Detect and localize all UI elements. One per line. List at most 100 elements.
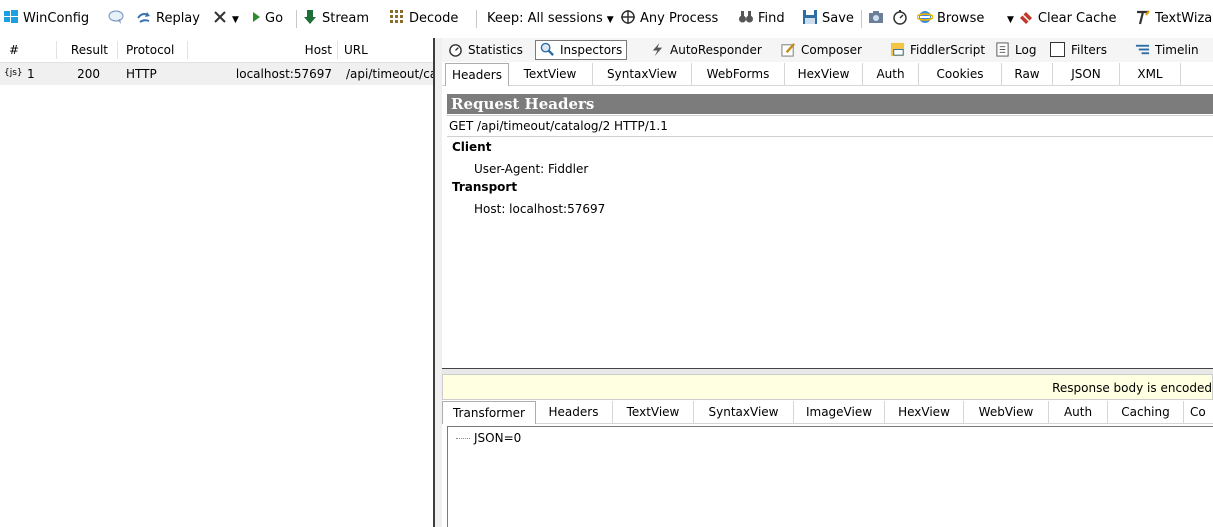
main-tab-strip: Statistics Inspectors AutoResponder Comp… xyxy=(442,38,1213,62)
tab-statistics-label: Statistics xyxy=(468,43,523,57)
windows-icon xyxy=(4,10,18,23)
pencil-icon xyxy=(781,43,796,57)
lightning-icon xyxy=(652,42,663,57)
tab-filters-label: Filters xyxy=(1071,43,1107,57)
response-encoded-notice[interactable]: Response body is encoded xyxy=(442,374,1213,400)
request-tab-json[interactable]: JSON xyxy=(1053,63,1120,85)
tab-composer[interactable]: Composer xyxy=(781,40,862,60)
winconfig-label: WinConfig xyxy=(23,11,90,26)
col-header-protocol[interactable]: Protocol xyxy=(126,38,174,62)
col-header-number[interactable]: # xyxy=(9,38,19,62)
tab-log-label: Log xyxy=(1015,43,1037,57)
speech-bubble-icon xyxy=(108,10,124,24)
find-button[interactable]: Find xyxy=(738,9,785,29)
response-tab-cookies[interactable]: Co xyxy=(1184,401,1213,423)
toolbar-separator xyxy=(861,10,862,28)
request-line: GET /api/timeout/catalog/2 HTTP/1.1 xyxy=(447,115,1213,137)
tab-autoresponder[interactable]: AutoResponder xyxy=(650,40,762,60)
column-divider[interactable] xyxy=(56,41,57,59)
response-tab-webview[interactable]: WebView xyxy=(964,401,1049,423)
response-tab-imageview[interactable]: ImageView xyxy=(794,401,885,423)
session-result: 200 xyxy=(77,67,100,81)
stopwatch-icon xyxy=(893,10,907,25)
response-tab-headers[interactable]: Headers xyxy=(535,401,613,423)
header-item[interactable]: Host: localhost:57697 xyxy=(474,202,605,216)
x-icon xyxy=(214,11,226,23)
request-tab-syntaxview[interactable]: SyntaxView xyxy=(593,63,692,85)
decode-grid-icon xyxy=(390,10,403,23)
replay-arrows-icon xyxy=(137,12,150,23)
request-tab-raw[interactable]: Raw xyxy=(1002,63,1053,85)
find-label: Find xyxy=(758,11,785,26)
col-header-url[interactable]: URL xyxy=(344,38,368,62)
ie-browser-icon xyxy=(917,11,933,23)
replay-button[interactable]: Replay xyxy=(136,9,200,29)
json-tree-node[interactable]: JSON=0 xyxy=(456,431,521,445)
column-divider[interactable] xyxy=(117,41,118,59)
decode-button[interactable]: Decode xyxy=(389,9,458,29)
response-tab-auth[interactable]: Auth xyxy=(1049,401,1108,423)
header-group-client[interactable]: Client xyxy=(452,140,491,154)
decode-label: Decode xyxy=(409,11,459,26)
response-tab-syntaxview[interactable]: SyntaxView xyxy=(694,401,794,423)
request-tab-hexview[interactable]: HexView xyxy=(785,63,863,85)
tab-statistics[interactable]: Statistics xyxy=(448,40,523,60)
stream-label: Stream xyxy=(322,11,370,26)
script-js-icon xyxy=(890,42,905,57)
stream-button[interactable]: Stream xyxy=(302,9,369,29)
tab-inspectors-label: Inspectors xyxy=(560,43,623,57)
session-row[interactable]: {js} 1 200 HTTP localhost:57697 /api/tim… xyxy=(0,63,433,85)
screenshot-button[interactable] xyxy=(868,9,888,29)
request-tab-cookies[interactable]: Cookies xyxy=(919,63,1002,85)
keep-sessions-dropdown[interactable]: Keep: All sessions ▼ xyxy=(487,9,614,29)
remove-dropdown-button[interactable]: ▼ xyxy=(212,9,239,29)
magnifier-icon xyxy=(540,42,554,56)
request-tab-webforms[interactable]: WebForms xyxy=(692,63,785,85)
request-tab-xml[interactable]: XML xyxy=(1120,63,1181,85)
response-tab-caching[interactable]: Caching xyxy=(1108,401,1184,423)
tab-timeline-label: Timelin xyxy=(1155,43,1199,57)
text-wizard-icon xyxy=(1137,10,1150,25)
tab-filters[interactable]: Filters xyxy=(1050,40,1107,60)
textwizard-button[interactable]: TextWiza xyxy=(1135,9,1212,29)
save-label: Save xyxy=(822,11,854,26)
winconfig-button[interactable]: WinConfig xyxy=(3,9,89,29)
save-button[interactable]: Save xyxy=(802,9,854,29)
response-tab-hexview[interactable]: HexView xyxy=(885,401,964,423)
response-tab-transformer[interactable]: Transformer xyxy=(442,401,536,424)
request-tab-auth[interactable]: Auth xyxy=(863,63,919,85)
chevron-down-icon: ▼ xyxy=(1007,15,1014,25)
timer-button[interactable] xyxy=(892,9,912,29)
response-tab-textview[interactable]: TextView xyxy=(613,401,694,423)
header-group-transport[interactable]: Transport xyxy=(452,180,517,194)
browse-button[interactable]: Browse xyxy=(917,9,984,29)
col-header-result[interactable]: Result xyxy=(64,38,108,62)
log-document-icon xyxy=(996,42,1009,57)
col-header-host[interactable]: Host xyxy=(190,38,332,62)
crosshair-icon xyxy=(621,10,635,24)
filters-checkbox[interactable] xyxy=(1050,42,1065,57)
header-item[interactable]: User-Agent: Fiddler xyxy=(474,162,588,176)
save-icon xyxy=(803,10,817,24)
column-divider[interactable] xyxy=(187,41,188,59)
browse-label: Browse xyxy=(937,11,985,26)
session-protocol: HTTP xyxy=(126,67,157,81)
camera-icon xyxy=(869,11,883,23)
comment-button[interactable] xyxy=(108,9,128,29)
vertical-splitter[interactable] xyxy=(433,38,442,527)
play-icon xyxy=(253,12,260,22)
column-divider[interactable] xyxy=(337,41,338,59)
go-button[interactable]: Go xyxy=(251,9,283,29)
clear-cache-dropdown[interactable]: ▼ Clear Cache xyxy=(1007,9,1116,29)
session-list-header: # Result Protocol Host URL xyxy=(0,38,433,63)
tab-log[interactable]: Log xyxy=(995,40,1036,60)
tab-timeline[interactable]: Timelin xyxy=(1135,40,1199,60)
any-process-button[interactable]: Any Process xyxy=(620,9,718,29)
tab-inspectors[interactable]: Inspectors xyxy=(535,40,628,60)
request-tab-textview[interactable]: TextView xyxy=(508,63,593,85)
request-view-tabs: Headers TextView SyntaxView WebForms Hex… xyxy=(442,63,1213,86)
request-tab-headers[interactable]: Headers xyxy=(445,63,509,86)
any-process-label: Any Process xyxy=(640,11,719,26)
toolbar-separator xyxy=(296,10,297,28)
tab-fiddlerscript[interactable]: FiddlerScript xyxy=(890,40,985,60)
